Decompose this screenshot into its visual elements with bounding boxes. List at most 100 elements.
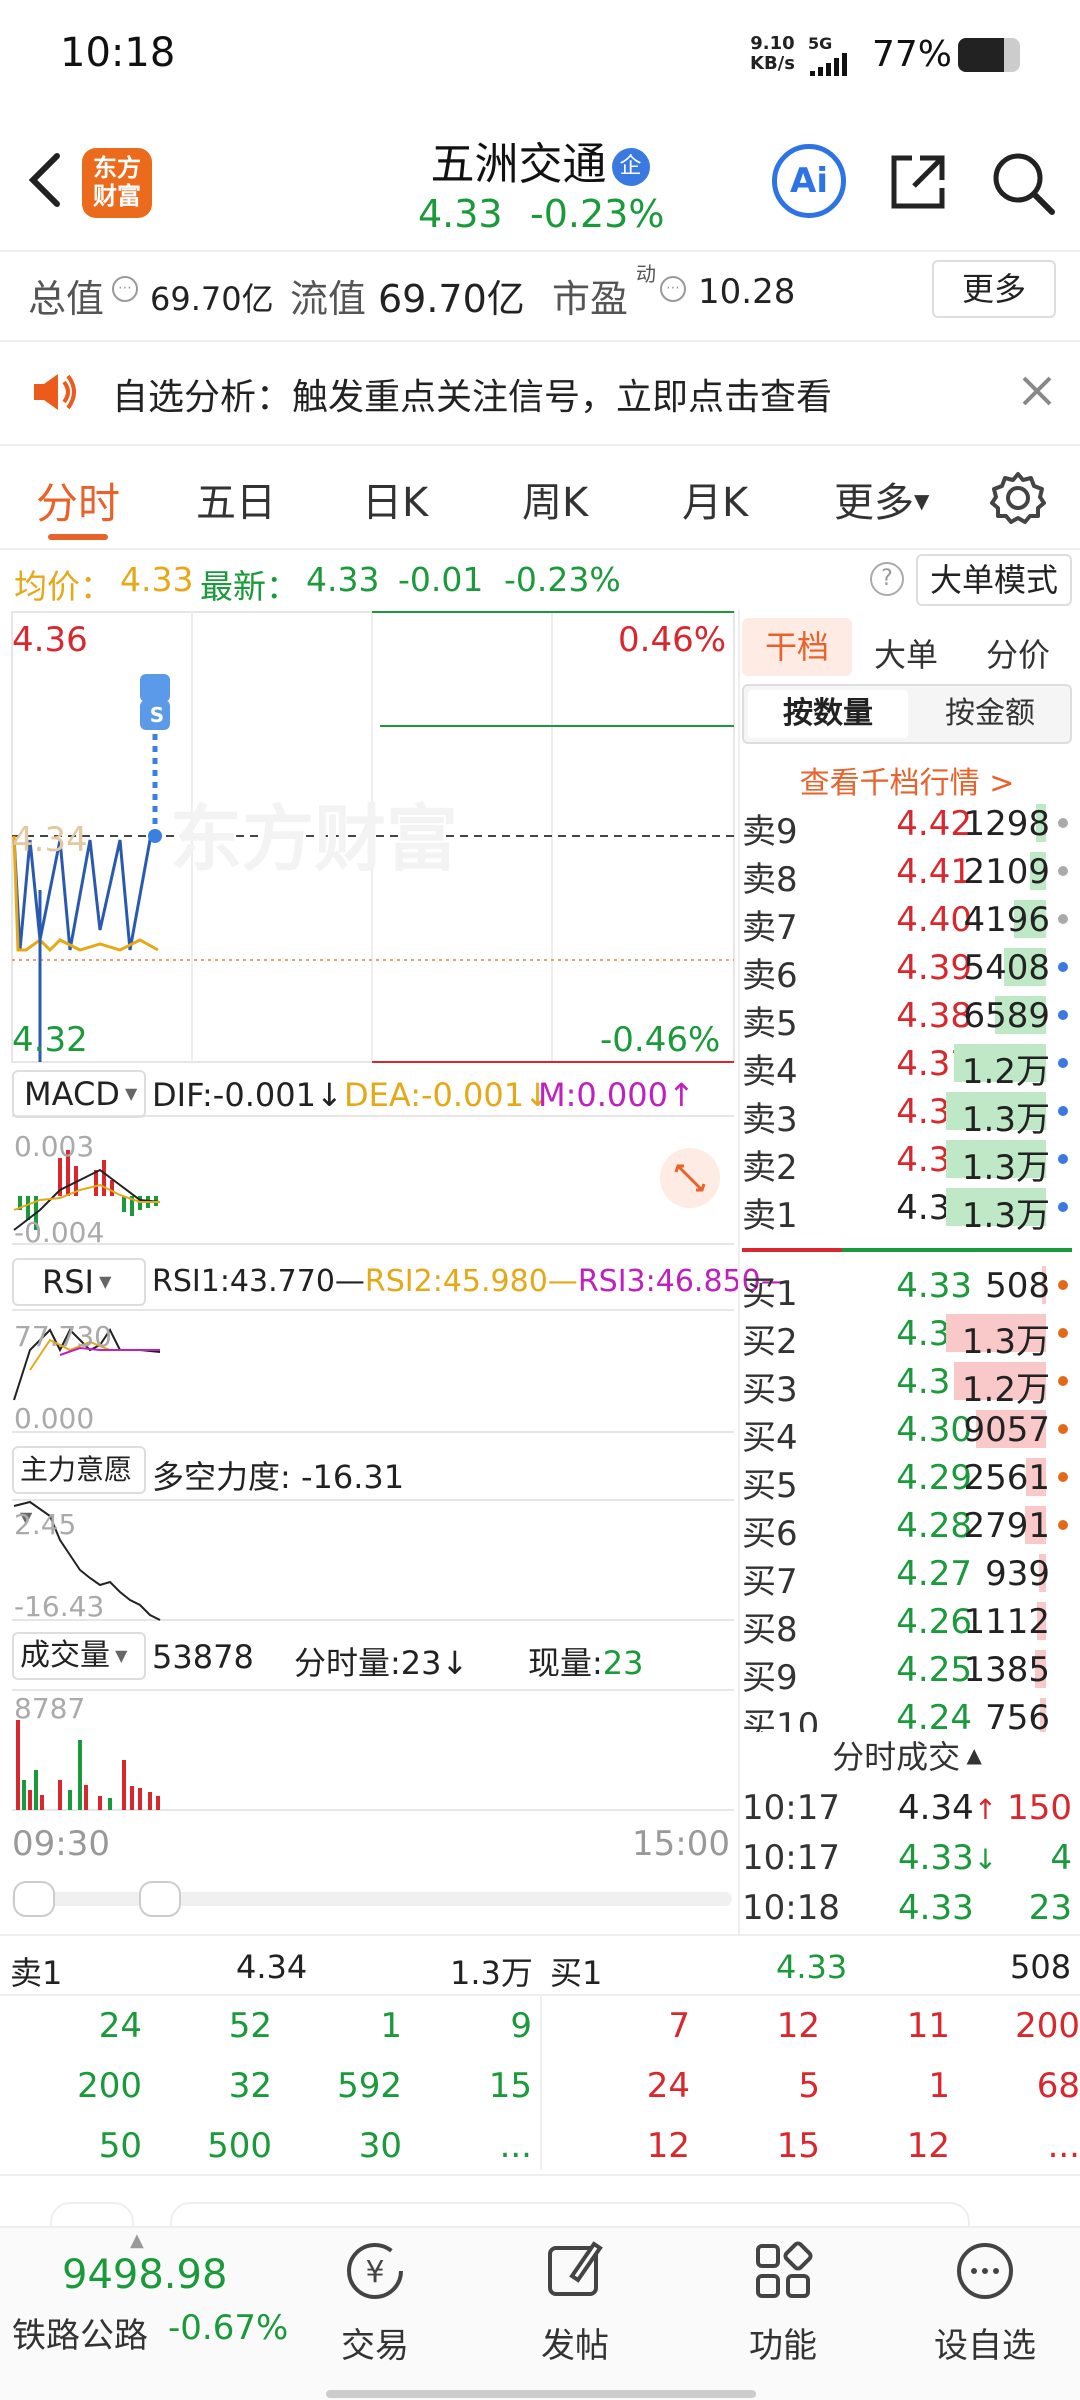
bid-volume: 1112 — [963, 1602, 1050, 1642]
ask-row[interactable]: 卖3 4.36 1.3万 — [742, 1088, 1072, 1140]
bid-price: 4.26 — [896, 1602, 972, 1642]
pe-dynamic-mark: 动 — [636, 262, 656, 286]
tick-volume: 23 — [1028, 1888, 1072, 1928]
orderbook-tab-depth[interactable]: 干档 — [742, 618, 852, 676]
ticks-header[interactable]: 分时成交 ▲ — [742, 1732, 1072, 1778]
macd-selector[interactable]: MACD ▼ — [12, 1070, 146, 1118]
tab-weekly-k[interactable]: 周K — [522, 470, 588, 528]
queue-buy-cell: 24 — [646, 2066, 690, 2106]
ask-row[interactable]: 卖4 4.37 1.2万 — [742, 1040, 1072, 1092]
tick-row: 10:17 4.34↑ 150 — [742, 1784, 1072, 1832]
back-button[interactable] — [20, 145, 70, 215]
status-dot-icon — [1058, 1058, 1068, 1068]
tick-arrow: ↑ — [973, 1793, 998, 1826]
status-dot-icon — [1058, 1472, 1068, 1482]
bid-row[interactable]: 买8 4.26 1112 — [742, 1598, 1072, 1650]
bid-row[interactable]: 买3 4.31 1.2万 — [742, 1358, 1072, 1410]
bottom-bar: ▲ 9498.98 铁路公路 -0.67% ¥ 交易 发帖 功能 设自选 — [0, 2226, 1080, 2400]
macd-m: M:0.000↑ — [538, 1076, 695, 1114]
dropdown-icon: ▼ — [119, 1084, 138, 1103]
tab-more[interactable]: 更多▼ — [834, 470, 929, 528]
subtab-by-quantity[interactable]: 按数量 — [748, 690, 908, 738]
total-value-label: 总值 — [28, 277, 105, 321]
bid-row[interactable]: 买9 4.25 1385 — [742, 1646, 1072, 1698]
bid-label: 买6 — [742, 1514, 798, 1554]
bid-label: 买2 — [742, 1322, 798, 1362]
ask-label: 卖2 — [742, 1148, 798, 1188]
orderbook-tab-price[interactable]: 分价 — [986, 630, 1050, 676]
orderbook-tab-large[interactable]: 大单 — [874, 630, 938, 676]
function-button[interactable]: 功能 — [708, 2238, 858, 2367]
add-watchlist-button[interactable]: 设自选 — [910, 2238, 1060, 2367]
up-arrow-icon: ▲ — [130, 2230, 144, 2251]
queue-buy-price: 4.33 — [776, 1948, 848, 1986]
bid-volume: 2791 — [963, 1506, 1050, 1546]
bid-row[interactable]: 买1 4.33 508 — [742, 1262, 1072, 1314]
status-dot-icon — [1058, 962, 1068, 972]
queue-buy-cell: 7 — [668, 2006, 690, 2046]
bid-price: 4.25 — [896, 1650, 972, 1690]
search-button[interactable] — [988, 148, 1058, 218]
close-icon[interactable] — [1020, 374, 1054, 408]
intent-top: 2.45 — [14, 1508, 77, 1541]
ask-row[interactable]: 卖2 4.35 1.3万 — [742, 1136, 1072, 1188]
ask-price: 4.42 — [896, 804, 972, 844]
trade-button[interactable]: ¥ 交易 — [300, 2238, 450, 2367]
bid-row[interactable]: 买4 4.30 9057 — [742, 1406, 1072, 1458]
tick-price: 4.33 — [898, 1888, 974, 1928]
queue-sell-vol: 1.3万 — [450, 1954, 533, 1992]
macd-bottom: -0.004 — [14, 1216, 105, 1249]
macd-top: 0.003 — [14, 1130, 95, 1163]
bid-label: 买7 — [742, 1562, 798, 1602]
bid-row[interactable]: 买6 4.28 2791 — [742, 1502, 1072, 1554]
subtab-by-amount[interactable]: 按金额 — [910, 690, 1070, 738]
macd-dea: DEA:-0.001↓ — [344, 1076, 551, 1114]
float-value-label: 流值 — [290, 277, 367, 321]
bid-row[interactable]: 买7 4.27 939 — [742, 1550, 1072, 1602]
ask-row[interactable]: 卖6 4.39 5408 — [742, 944, 1072, 996]
bid-row[interactable]: 买2 4.32 1.3万 — [742, 1310, 1072, 1362]
queue-buy-cell: 15 — [776, 2126, 820, 2166]
status-dot-icon — [1058, 818, 1068, 828]
bid-row[interactable]: 买5 4.29 2561 — [742, 1454, 1072, 1506]
view-full-depth-link[interactable]: 查看千档行情 > — [742, 758, 1072, 802]
ask-row[interactable]: 卖9 4.42 1298 — [742, 800, 1072, 852]
notice-bar[interactable]: 自选分析：触发重点关注信号，立即点击查看 — [0, 342, 1080, 442]
help-icon[interactable]: ? — [870, 562, 904, 596]
eastmoney-logo[interactable]: 东方 财富 — [82, 148, 152, 218]
ask-row[interactable]: 卖7 4.40 4196 — [742, 896, 1072, 948]
post-button[interactable]: 发帖 — [500, 2238, 650, 2367]
ask-row[interactable]: 卖1 4.34 1.3万 — [742, 1184, 1072, 1236]
index-widget[interactable]: ▲ 9498.98 铁路公路 -0.67% — [0, 2228, 300, 2368]
s-marker[interactable]: S — [142, 700, 172, 730]
stock-title[interactable]: 五洲交通 企 — [380, 128, 700, 192]
large-order-mode-button[interactable]: 大单模式 — [916, 554, 1072, 606]
ask-label: 卖6 — [742, 956, 798, 996]
ai-button[interactable]: Ai — [772, 144, 846, 218]
ask-row[interactable]: 卖8 4.41 2109 — [742, 848, 1072, 900]
rsi-selector[interactable]: RSI ▼ — [12, 1258, 146, 1306]
queue-buy-label: 买1 — [550, 1954, 603, 1992]
intent-selector[interactable]: 主力意愿 ▼ — [12, 1446, 146, 1527]
status-dot-icon — [1058, 1154, 1068, 1164]
tab-monthly-k[interactable]: 月K — [682, 470, 748, 528]
ask-row[interactable]: 卖5 4.38 6589 — [742, 992, 1072, 1044]
more-info-button[interactable]: 更多 — [932, 260, 1056, 318]
index-change: -0.67% — [168, 2308, 289, 2348]
info-icon[interactable]: ⋯ — [112, 276, 138, 302]
home-indicator — [326, 2390, 756, 2398]
tab-daily-k[interactable]: 日K — [362, 470, 428, 528]
search-icon — [993, 153, 1055, 215]
tick-time: 10:17 — [742, 1788, 840, 1828]
share-button[interactable] — [884, 148, 952, 216]
queue-buy-cell: 11 — [906, 2006, 950, 2046]
rsi-bottom: 0.000 — [14, 1402, 95, 1435]
post-icon — [548, 2241, 603, 2296]
settings-icon[interactable] — [990, 470, 1046, 526]
tab-intraday[interactable]: 分时 — [36, 470, 120, 531]
ask-label: 卖3 — [742, 1100, 798, 1140]
volume-selector[interactable]: 成交量 ▼ — [12, 1632, 146, 1680]
status-dot-icon — [1058, 866, 1068, 876]
tab-five-day[interactable]: 五日 — [196, 470, 276, 528]
pe-info-icon[interactable]: ⋯ — [660, 276, 686, 302]
